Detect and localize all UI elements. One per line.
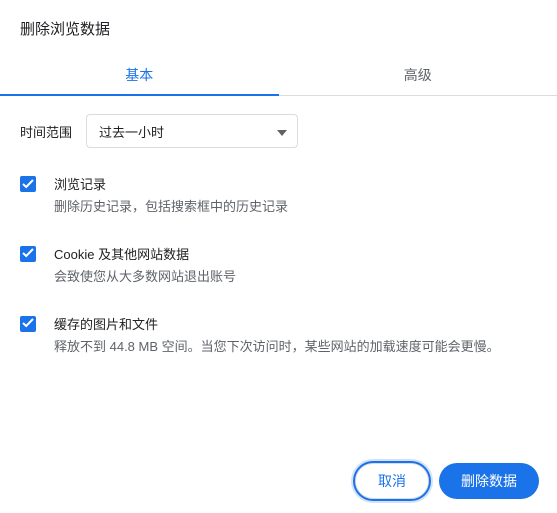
options-list: 浏览记录 删除历史记录，包括搜索框中的历史记录 Cookie 及其他网站数据 会… [20, 174, 537, 357]
option-title: 浏览记录 [54, 174, 537, 193]
option-title: Cookie 及其他网站数据 [54, 244, 537, 263]
checkbox-cookies[interactable] [20, 246, 36, 262]
checkbox-browsing-history[interactable] [20, 176, 36, 192]
check-icon [22, 316, 34, 331]
option-desc: 会致使您从大多数网站退出账号 [54, 267, 537, 288]
option-cookies: Cookie 及其他网站数据 会致使您从大多数网站退出账号 [20, 244, 537, 288]
time-range-value: 过去一小时 [99, 122, 164, 141]
check-icon [22, 246, 34, 261]
checkbox-cache[interactable] [20, 316, 36, 332]
time-range-select[interactable]: 过去一小时 [86, 114, 298, 148]
tab-basic[interactable]: 基本 [0, 53, 279, 95]
option-desc: 释放不到 44.8 MB 空间。当您下次访问时，某些网站的加载速度可能会更慢。 [54, 337, 537, 358]
tab-advanced[interactable]: 高级 [279, 53, 557, 95]
cancel-button[interactable]: 取消 [355, 463, 429, 499]
dialog-title: 删除浏览数据 [0, 0, 557, 53]
dialog-footer: 取消 删除数据 [355, 463, 539, 499]
tabs: 基本 高级 [0, 53, 557, 96]
option-desc: 删除历史记录，包括搜索框中的历史记录 [54, 197, 537, 218]
option-title: 缓存的图片和文件 [54, 314, 537, 333]
chevron-down-icon [277, 124, 287, 139]
option-cache: 缓存的图片和文件 释放不到 44.8 MB 空间。当您下次访问时，某些网站的加载… [20, 314, 537, 358]
check-icon [22, 177, 34, 192]
option-browsing-history: 浏览记录 删除历史记录，包括搜索框中的历史记录 [20, 174, 537, 218]
clear-data-button[interactable]: 删除数据 [439, 463, 539, 499]
time-range-label: 时间范围 [20, 122, 72, 141]
time-range-row: 时间范围 过去一小时 [20, 114, 537, 148]
